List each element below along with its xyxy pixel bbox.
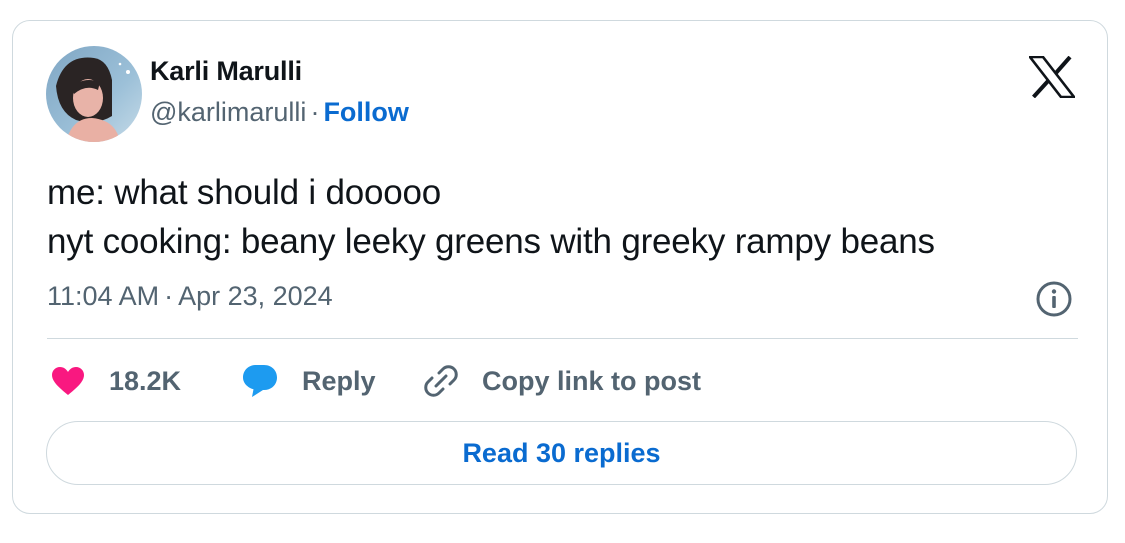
tweet-line: nyt cooking: beany leeky greens with gre…	[47, 222, 935, 261]
separator-dot: ·	[164, 281, 174, 311]
handle[interactable]: @karlimarulli	[150, 97, 306, 127]
read-replies-button[interactable]: Read 30 replies	[46, 421, 1077, 485]
heart-icon	[52, 367, 84, 395]
info-icon[interactable]	[1035, 280, 1073, 318]
handle-line: @karlimarulli · Follow	[150, 97, 409, 128]
timestamp[interactable]: 11:04 AM · Apr 23, 2024	[47, 281, 333, 312]
like-button[interactable]: 18.2K	[51, 363, 181, 399]
display-name[interactable]: Karli Marulli	[150, 56, 302, 87]
separator-dot: ·	[310, 97, 320, 127]
tweet-time: 11:04 AM	[47, 281, 160, 311]
divider	[47, 338, 1078, 339]
avatar-image	[46, 46, 142, 142]
like-count: 18.2K	[109, 365, 182, 396]
copy-link-label: Copy link to post	[482, 365, 701, 396]
x-logo-icon[interactable]	[1029, 56, 1075, 98]
tweet-line: me: what should i dooooo	[47, 173, 442, 212]
follow-button[interactable]: Follow	[323, 97, 408, 127]
tweet-date: Apr 23, 2024	[178, 281, 333, 311]
copy-link-button[interactable]: Copy link to post	[424, 363, 701, 399]
tweet-text: me: what should i dooooo nyt cooking: be…	[47, 168, 935, 266]
reply-button[interactable]: Reply	[242, 363, 376, 399]
speech-bubble-icon	[243, 365, 277, 397]
tweet-card: Karli Marulli @karlimarulli · Follow me: w…	[12, 20, 1108, 514]
link-icon	[424, 365, 458, 397]
avatar[interactable]	[46, 46, 142, 142]
reply-label: Reply	[302, 365, 376, 396]
